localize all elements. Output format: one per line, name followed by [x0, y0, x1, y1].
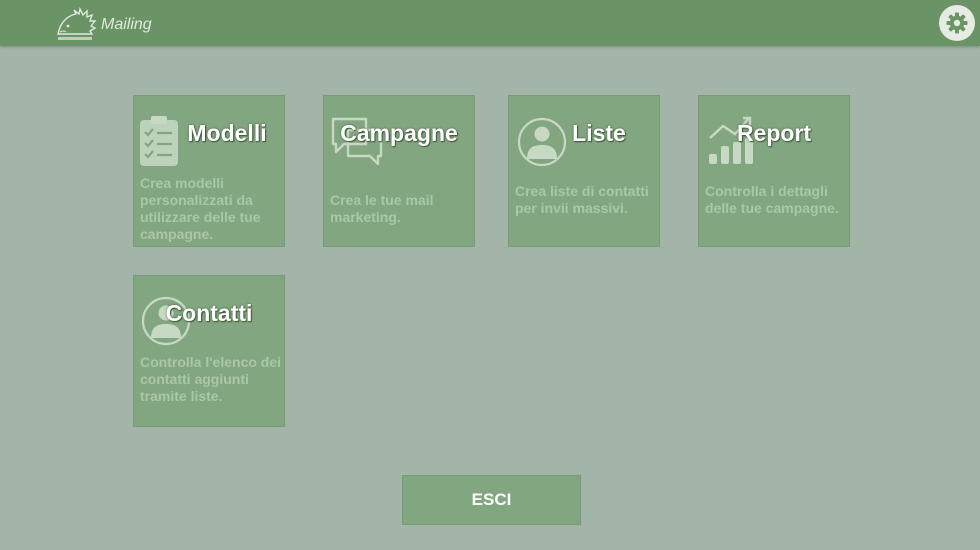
app-header: Mailing: [0, 0, 980, 46]
card-title: Liste: [572, 120, 626, 146]
hedgehog-logo-icon: [52, 6, 98, 42]
card-modelli[interactable]: Modelli Crea modelli personalizzati da u…: [133, 95, 285, 247]
exit-button[interactable]: ESCI: [402, 475, 581, 525]
gear-icon: [946, 12, 968, 34]
card-contatti[interactable]: Contatti Controlla l'elenco dei contatti…: [133, 275, 285, 427]
settings-button[interactable]: [939, 5, 975, 41]
card-report[interactable]: Report Controlla i dettagli delle tue ca…: [698, 95, 850, 247]
card-description: Crea liste di contatti per invii massivi…: [515, 183, 649, 216]
card-description: Controlla l'elenco dei contatti aggiunti…: [140, 354, 282, 404]
card-title: Contatti: [165, 300, 253, 326]
app-title: Mailing: [101, 16, 152, 33]
card-title: Campagne: [340, 120, 458, 146]
card-description: Crea le tue mail marketing.: [330, 192, 434, 225]
card-description: Controlla i dettagli delle tue campagne.: [705, 183, 839, 216]
card-campagne[interactable]: Campagne Crea le tue mail marketing.: [323, 95, 475, 247]
card-description: Crea modelli personalizzati da utilizzar…: [140, 175, 261, 242]
card-title: Modelli: [187, 120, 267, 146]
card-liste[interactable]: Liste Crea liste di contatti per invii m…: [508, 95, 660, 247]
card-title: Report: [736, 120, 812, 146]
